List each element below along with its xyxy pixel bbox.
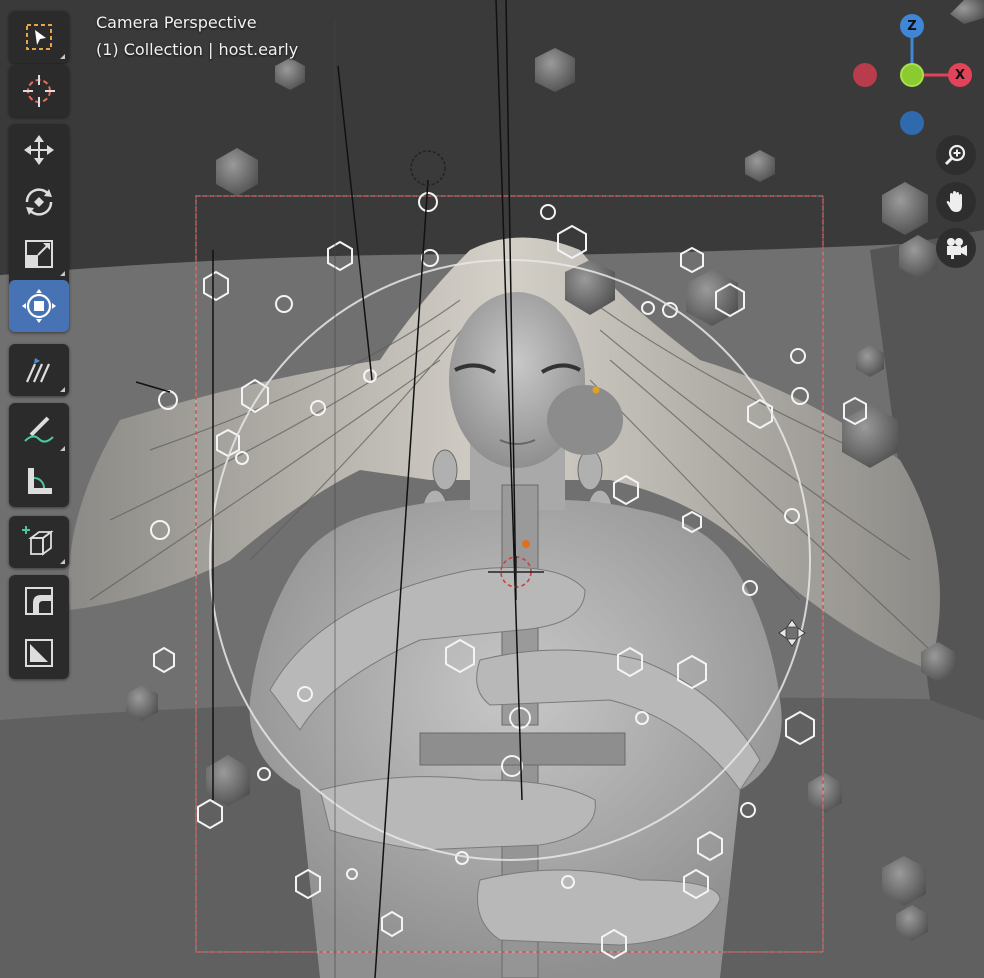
gizmo-z-axis[interactable]: Z bbox=[900, 14, 924, 38]
annotate-tool[interactable] bbox=[9, 403, 69, 455]
toolbar-edit-group bbox=[9, 575, 69, 679]
shear-tool[interactable] bbox=[9, 627, 69, 679]
scene-render bbox=[0, 0, 984, 978]
toolbar-transform-group bbox=[9, 124, 69, 332]
select-box-tool[interactable] bbox=[9, 11, 69, 63]
gizmo-negative-x-axis[interactable] bbox=[853, 63, 877, 87]
sword-crossguard bbox=[419, 732, 626, 766]
transform-tool[interactable] bbox=[9, 280, 69, 332]
floating-sphere bbox=[547, 385, 623, 455]
select-box-icon bbox=[26, 24, 52, 50]
bevel-tool[interactable] bbox=[9, 575, 69, 627]
rotate-tool[interactable] bbox=[9, 176, 69, 228]
zoom-in-icon bbox=[944, 144, 966, 166]
toolbar-comb-group bbox=[9, 344, 69, 396]
comb-icon bbox=[25, 358, 51, 383]
gizmo-x-axis[interactable]: X bbox=[948, 63, 972, 87]
origin-point bbox=[522, 540, 530, 548]
gizmo-y-axis[interactable] bbox=[900, 63, 924, 87]
scale-tool[interactable] bbox=[9, 228, 69, 280]
toolbar-select-group bbox=[9, 11, 69, 63]
hair-comb-tool[interactable] bbox=[9, 344, 69, 396]
cursor-icon bbox=[23, 75, 55, 107]
3d-viewport[interactable]: Camera Perspective (1) Collection | host… bbox=[0, 0, 984, 978]
measure-icon bbox=[28, 468, 52, 494]
camera-view-button[interactable] bbox=[936, 228, 976, 268]
annotate-icon bbox=[24, 416, 54, 443]
measure-tool[interactable] bbox=[9, 455, 69, 507]
origin-point-2 bbox=[592, 386, 600, 394]
shear-icon bbox=[25, 639, 53, 667]
toolbar-cursor-group bbox=[9, 65, 69, 117]
move-tool[interactable] bbox=[9, 124, 69, 176]
hand-icon bbox=[946, 191, 962, 212]
toolbar-add-group bbox=[9, 516, 69, 568]
pan-button[interactable] bbox=[936, 182, 976, 222]
add-cube-tool[interactable] bbox=[9, 516, 69, 568]
cursor-tool[interactable] bbox=[9, 65, 69, 117]
bevel-icon bbox=[25, 587, 53, 615]
move-icon bbox=[24, 135, 54, 165]
toolbar-annotate-group bbox=[9, 403, 69, 507]
camera-icon bbox=[947, 238, 967, 259]
view-subtitle: (1) Collection | host.early bbox=[96, 40, 299, 59]
add-cube-icon bbox=[22, 526, 54, 556]
transform-icon bbox=[22, 289, 56, 323]
scale-icon bbox=[25, 240, 53, 268]
gizmo-negative-z-axis[interactable] bbox=[900, 111, 924, 135]
rotate-icon bbox=[25, 188, 53, 216]
view-title: Camera Perspective bbox=[96, 13, 257, 32]
zoom-button[interactable] bbox=[936, 135, 976, 175]
